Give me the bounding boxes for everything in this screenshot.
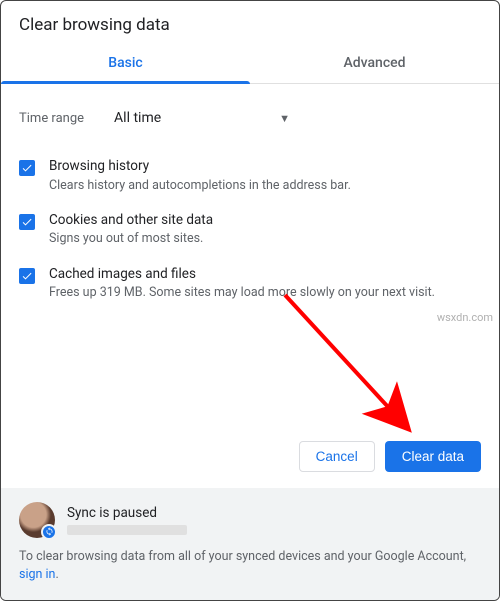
clear-browsing-data-dialog: Clear browsing data Basic Advanced Time …	[0, 0, 500, 601]
sync-note: To clear browsing data from all of your …	[19, 548, 481, 584]
sync-row: Sync is paused	[19, 502, 481, 538]
time-range-row: Time range All time ▼	[19, 98, 481, 152]
avatar	[19, 502, 55, 538]
option-browsing-history: Browsing history Clears history and auto…	[19, 158, 481, 194]
option-title: Browsing history	[49, 158, 351, 176]
check-icon	[21, 162, 33, 174]
dialog-title: Clear browsing data	[1, 1, 499, 45]
time-range-label: Time range	[19, 111, 84, 126]
option-cache: Cached images and files Frees up 319 MB.…	[19, 266, 481, 302]
sync-note-text: To clear browsing data from all of your …	[19, 549, 466, 564]
options-list: Browsing history Clears history and auto…	[19, 152, 481, 301]
option-title: Cached images and files	[49, 266, 435, 284]
watermark: wsxdn.com	[437, 311, 493, 324]
time-range-value: All time	[114, 110, 161, 126]
tab-advanced[interactable]: Advanced	[250, 45, 499, 83]
clear-data-button[interactable]: Clear data	[385, 441, 481, 472]
sync-note-period: .	[55, 567, 58, 582]
option-text: Cookies and other site data Signs you ou…	[49, 212, 213, 248]
checkbox-cookies[interactable]	[19, 214, 35, 230]
cancel-button[interactable]: Cancel	[299, 441, 375, 472]
sync-panel: Sync is paused To clear browsing data fr…	[1, 488, 499, 600]
time-range-select[interactable]: All time ▼	[102, 102, 302, 134]
option-text: Browsing history Clears history and auto…	[49, 158, 351, 194]
dialog-body: Time range All time ▼ Browsing history C…	[1, 84, 499, 425]
sync-email-redacted	[67, 525, 187, 535]
dialog-actions: Cancel Clear data	[1, 425, 499, 488]
sign-in-link[interactable]: sign in	[19, 567, 55, 582]
checkbox-browsing-history[interactable]	[19, 160, 35, 176]
option-desc: Frees up 319 MB. Some sites may load mor…	[49, 285, 435, 301]
tab-basic[interactable]: Basic	[1, 45, 250, 83]
sync-text: Sync is paused	[67, 505, 187, 535]
option-text: Cached images and files Frees up 319 MB.…	[49, 266, 435, 302]
option-desc: Signs you out of most sites.	[49, 231, 213, 247]
check-icon	[21, 270, 33, 282]
tabs: Basic Advanced	[1, 45, 499, 84]
option-desc: Clears history and autocompletions in th…	[49, 178, 351, 194]
chevron-down-icon: ▼	[279, 112, 290, 125]
checkbox-cache[interactable]	[19, 268, 35, 284]
option-title: Cookies and other site data	[49, 212, 213, 230]
sync-badge-icon	[41, 524, 57, 540]
check-icon	[21, 216, 33, 228]
option-cookies: Cookies and other site data Signs you ou…	[19, 212, 481, 248]
sync-status: Sync is paused	[67, 505, 187, 521]
